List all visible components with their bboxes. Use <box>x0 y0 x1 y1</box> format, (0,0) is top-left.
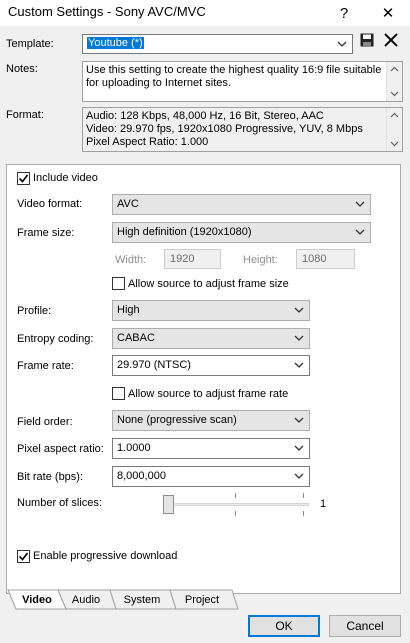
tab-audio[interactable]: Audio <box>64 591 108 609</box>
profile-value: High <box>117 304 140 316</box>
format-label: Format: <box>6 109 44 121</box>
pixel-aspect-label: Pixel aspect ratio: <box>17 443 104 455</box>
notes-line-2: for uploading to Internet sites. <box>86 77 231 89</box>
width-label: Width: <box>115 254 147 266</box>
allow-frame-rate-label: Allow source to adjust frame rate <box>128 388 289 400</box>
frame-size-select[interactable]: High definition (1920x1080) <box>112 222 371 243</box>
slider-tick <box>235 493 236 498</box>
pixel-aspect-select[interactable]: 1.0000 <box>112 438 310 459</box>
frame-size-value: High definition (1920x1080) <box>117 226 252 238</box>
pixel-aspect-value: 1.0000 <box>117 442 151 454</box>
bit-rate-label: Bit rate (bps): <box>17 471 84 483</box>
close-button[interactable]: ✕ <box>368 0 408 26</box>
format-line-2: Video: 29.970 fps, 1920x1080 Progressive… <box>86 123 363 135</box>
profile-label: Profile: <box>17 305 52 317</box>
include-video-label: Include video <box>33 172 98 184</box>
checkmark-icon <box>18 174 29 183</box>
chevron-down-icon <box>294 417 304 423</box>
chevron-down-icon <box>294 445 304 451</box>
field-order-value: None (progressive scan) <box>117 414 237 426</box>
frame-size-label: Frame size: <box>17 227 75 239</box>
chevron-down-icon <box>294 307 304 313</box>
allow-frame-size-checkbox[interactable] <box>112 277 125 290</box>
entropy-coding-label: Entropy coding: <box>17 333 94 345</box>
entropy-coding-select[interactable]: CABAC <box>112 328 310 349</box>
notes-label: Notes: <box>6 63 38 75</box>
chevron-down-icon <box>355 229 365 235</box>
ok-button[interactable]: OK <box>248 615 320 637</box>
tab-video[interactable]: Video <box>14 591 60 609</box>
window-title: Custom Settings - Sony AVC/MVC <box>8 4 206 19</box>
notes-line-1: Use this setting to create the highest q… <box>86 64 382 76</box>
template-label: Template: <box>6 38 54 50</box>
slices-slider[interactable] <box>163 493 309 519</box>
slider-thumb[interactable] <box>163 495 174 514</box>
chevron-down-icon <box>337 41 347 47</box>
slider-tick <box>235 511 236 516</box>
slider-tick <box>303 493 304 498</box>
save-icon[interactable] <box>360 33 374 47</box>
scroll-down-icon[interactable] <box>390 91 399 97</box>
slider-track <box>163 503 309 506</box>
profile-select[interactable]: High <box>112 300 310 321</box>
frame-rate-value: 29.970 (NTSC) <box>117 359 191 371</box>
chevron-down-icon <box>355 201 365 207</box>
chevron-down-icon <box>294 335 304 341</box>
cancel-button[interactable]: Cancel <box>329 615 401 637</box>
chevron-down-icon <box>294 473 304 479</box>
bit-rate-value: 8,000,000 <box>117 470 166 482</box>
video-format-value: AVC <box>117 198 139 210</box>
video-format-label: Video format: <box>17 198 83 210</box>
height-input[interactable]: 1080 <box>296 249 355 269</box>
format-box: Audio: 128 Kbps, 48,000 Hz, 16 Bit, Ster… <box>82 107 403 152</box>
frame-rate-select[interactable]: 29.970 (NTSC) <box>112 355 310 376</box>
tab-project[interactable]: Project <box>176 591 228 609</box>
progressive-download-checkbox[interactable] <box>17 550 30 563</box>
slices-value: 1 <box>320 498 327 510</box>
frame-rate-label: Frame rate: <box>17 360 74 372</box>
checkmark-icon <box>18 552 29 561</box>
scroll-up-icon[interactable] <box>390 66 399 72</box>
width-input[interactable]: 1920 <box>164 249 221 269</box>
delete-icon[interactable] <box>384 33 398 47</box>
field-order-label: Field order: <box>17 416 73 428</box>
tab-system[interactable]: System <box>116 591 168 609</box>
chevron-down-icon <box>294 362 304 368</box>
video-format-select[interactable]: AVC <box>112 194 371 215</box>
height-label: Height: <box>243 254 278 266</box>
template-select[interactable]: Youtube (*) <box>82 34 353 54</box>
title-bar: Custom Settings - Sony AVC/MVC ? ✕ <box>0 0 410 26</box>
allow-frame-size-label: Allow source to adjust frame size <box>128 278 289 290</box>
template-value: Youtube (*) <box>87 37 144 49</box>
format-scrollbar[interactable] <box>386 108 402 151</box>
help-button[interactable]: ? <box>324 0 364 26</box>
field-order-select[interactable]: None (progressive scan) <box>112 410 310 431</box>
format-line-1: Audio: 128 Kbps, 48,000 Hz, 16 Bit, Ster… <box>86 110 324 122</box>
notes-textarea[interactable]: Use this setting to create the highest q… <box>82 61 403 102</box>
include-video-checkbox[interactable] <box>17 172 30 185</box>
progressive-download-label: Enable progressive download <box>33 550 178 562</box>
allow-frame-rate-checkbox[interactable] <box>112 387 125 400</box>
scroll-up-icon[interactable] <box>390 112 399 118</box>
scroll-down-icon[interactable] <box>390 141 399 147</box>
bit-rate-select[interactable]: 8,000,000 <box>112 466 310 487</box>
slices-label: Number of slices: <box>17 497 102 509</box>
format-line-3: Pixel Aspect Ratio: 1.000 <box>86 136 209 148</box>
slider-tick <box>303 511 304 516</box>
entropy-coding-value: CABAC <box>117 332 155 344</box>
notes-scrollbar[interactable] <box>386 62 402 101</box>
